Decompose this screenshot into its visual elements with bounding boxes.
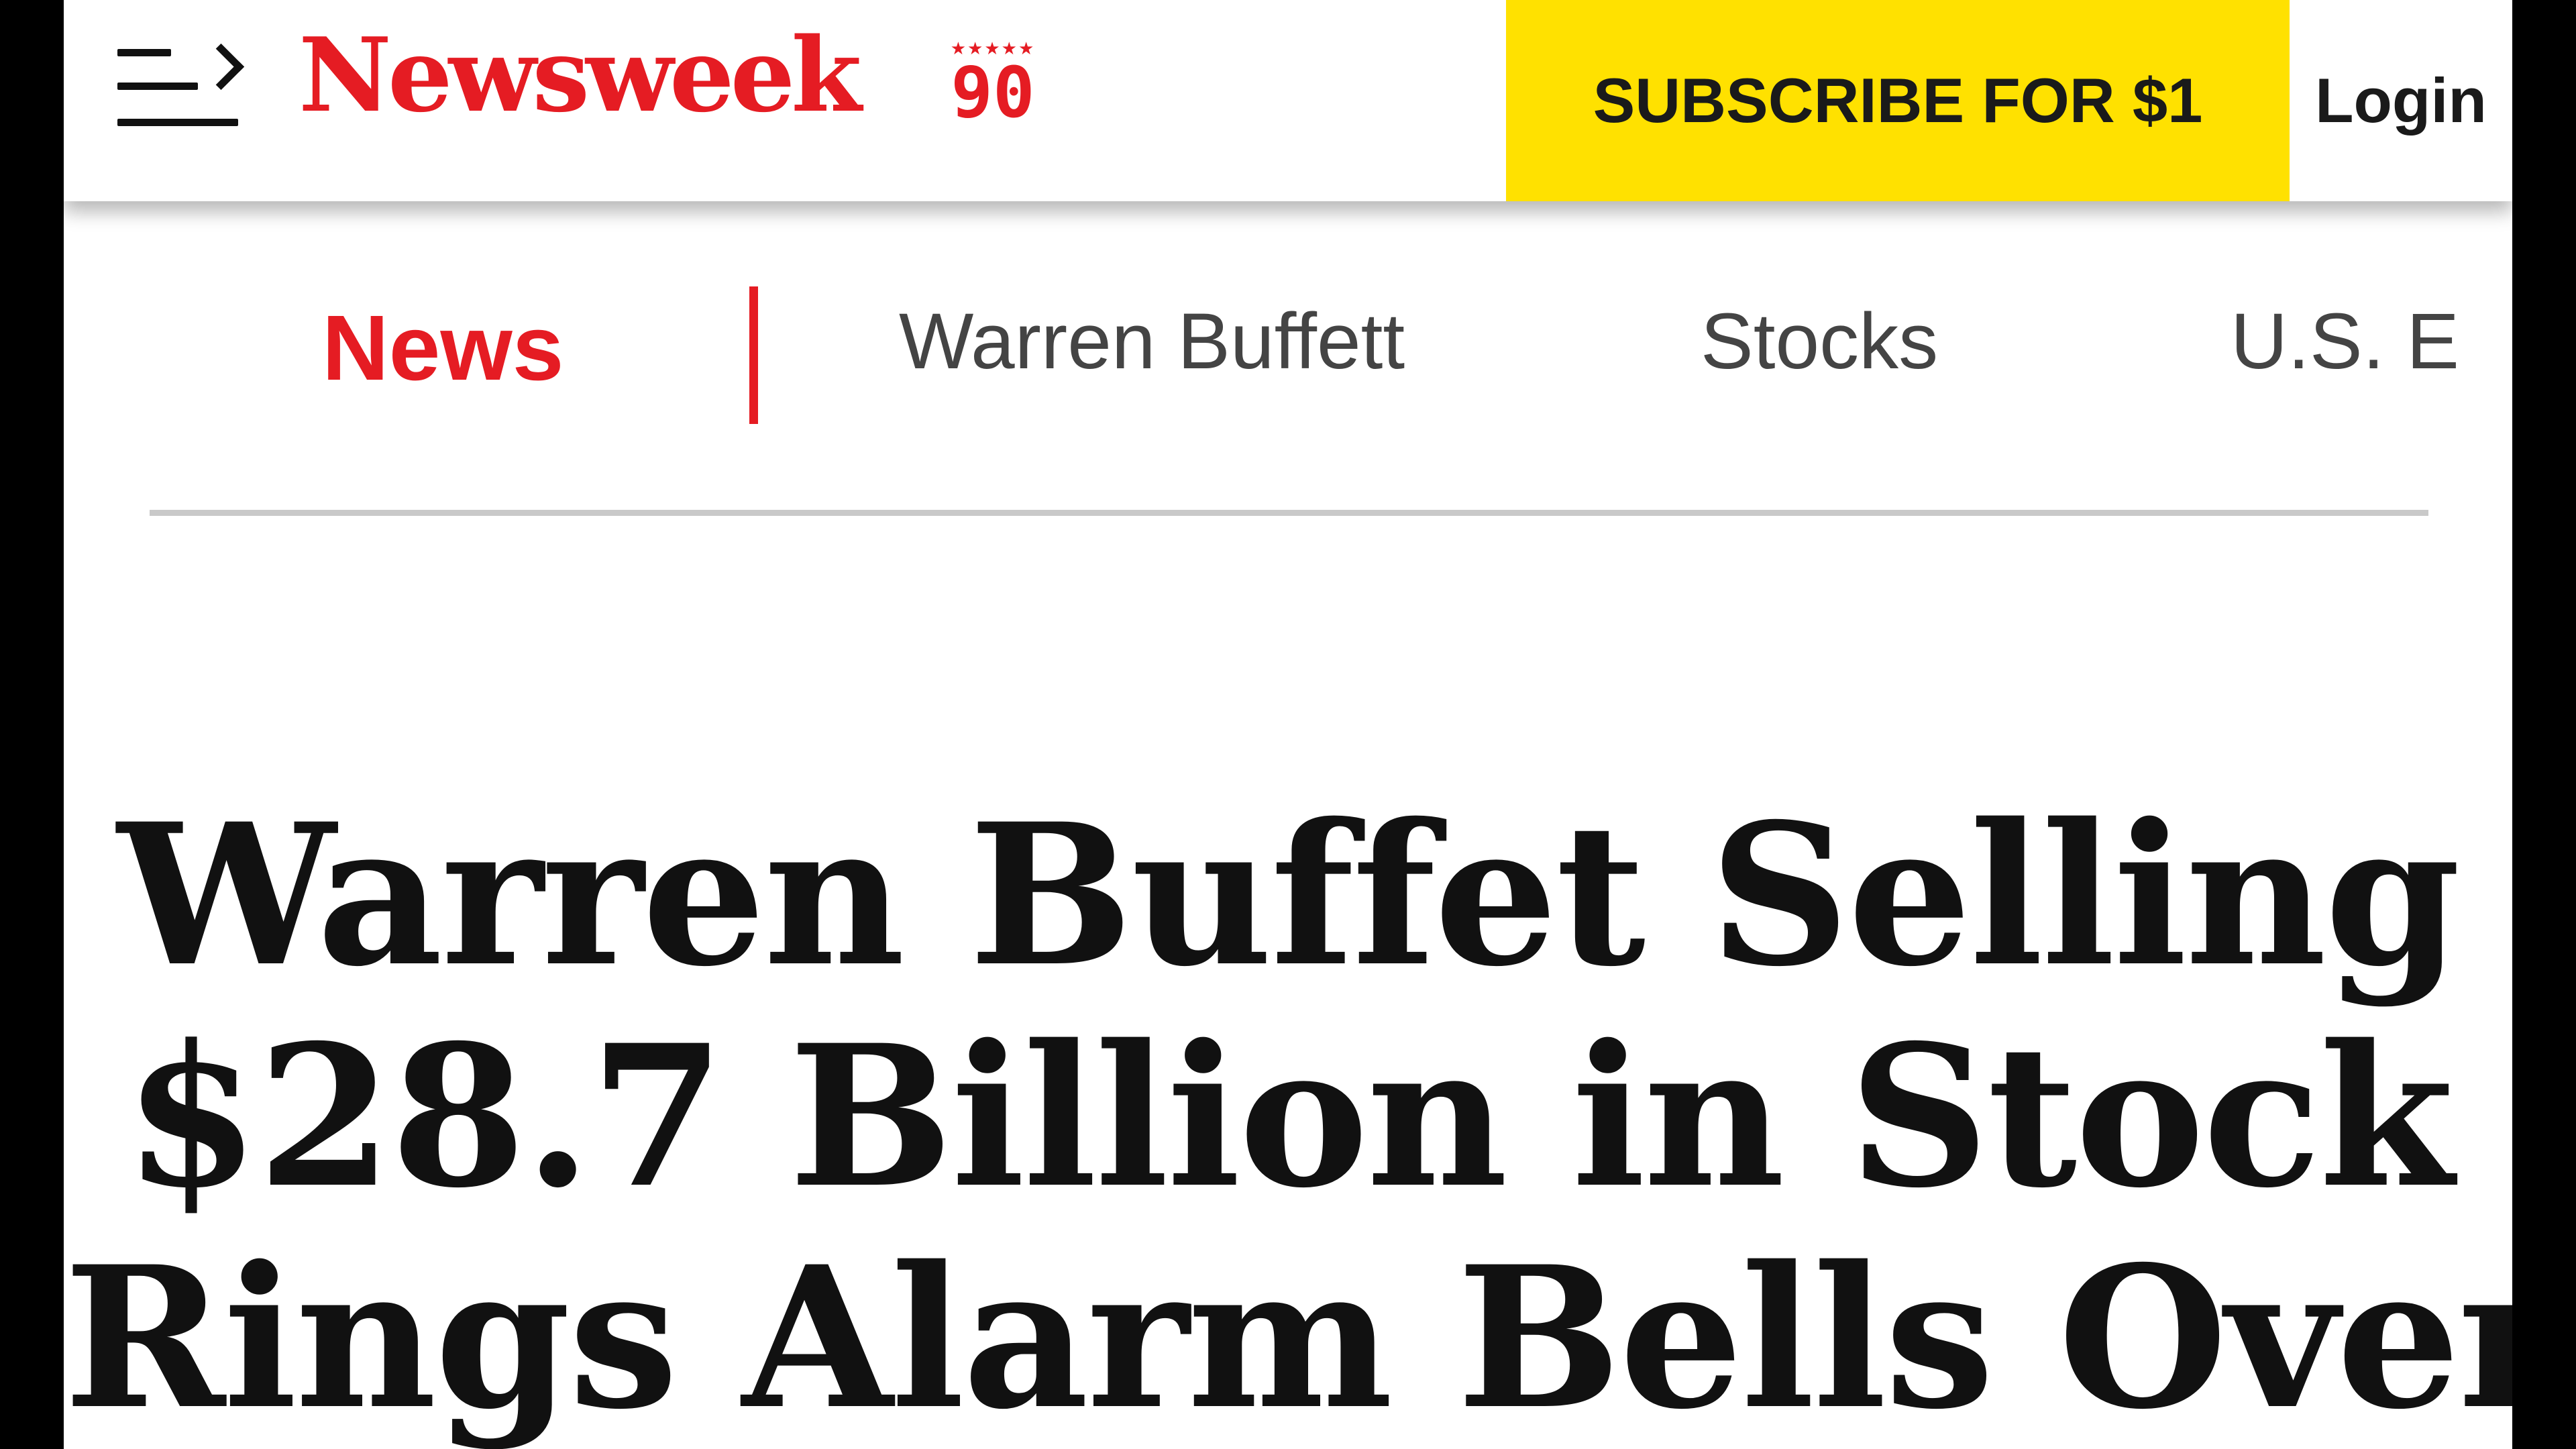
category-nav: News Warren Buffett Stocks U.S. E [64, 201, 2512, 517]
subscribe-button[interactable]: SUBSCRIBE FOR $1 [1506, 0, 2290, 201]
nav-item-news[interactable]: News [322, 302, 564, 394]
nav-divider [150, 510, 2428, 516]
headline-line: Rings Alarm Bells Over [64, 1224, 2512, 1449]
site-header: Newsweek ★★★★★ 90 SUBSCRIBE FOR $1 Login [64, 0, 2512, 201]
headline-line: Warren Buffet Selling [117, 782, 2461, 1010]
login-button[interactable]: Login [2290, 0, 2512, 201]
nav-item-warren-buffett[interactable]: Warren Buffett [899, 302, 1405, 381]
nav-item-stocks[interactable]: Stocks [1701, 302, 1938, 381]
menu-icon[interactable] [117, 43, 248, 131]
newsweek-logo[interactable]: Newsweek [299, 24, 862, 126]
headline-line: $28.7 Billion in Stock [123, 1003, 2454, 1231]
menu-bar-top [117, 49, 171, 56]
nav-item-us-economy[interactable]: U.S. E [2231, 302, 2459, 381]
anniversary-badge: ★★★★★ 90 [943, 40, 1043, 141]
browser-viewport: Newsweek ★★★★★ 90 SUBSCRIBE FOR $1 Login… [64, 0, 2512, 1449]
nav-separator [749, 286, 758, 424]
anniversary-number: 90 [951, 52, 1035, 133]
menu-bar-bottom [117, 119, 238, 126]
menu-bar-middle [117, 83, 198, 90]
chevron-right-icon [197, 43, 245, 91]
article-headline: Warren Buffet Selling $28.7 Billion in S… [64, 785, 2512, 1449]
